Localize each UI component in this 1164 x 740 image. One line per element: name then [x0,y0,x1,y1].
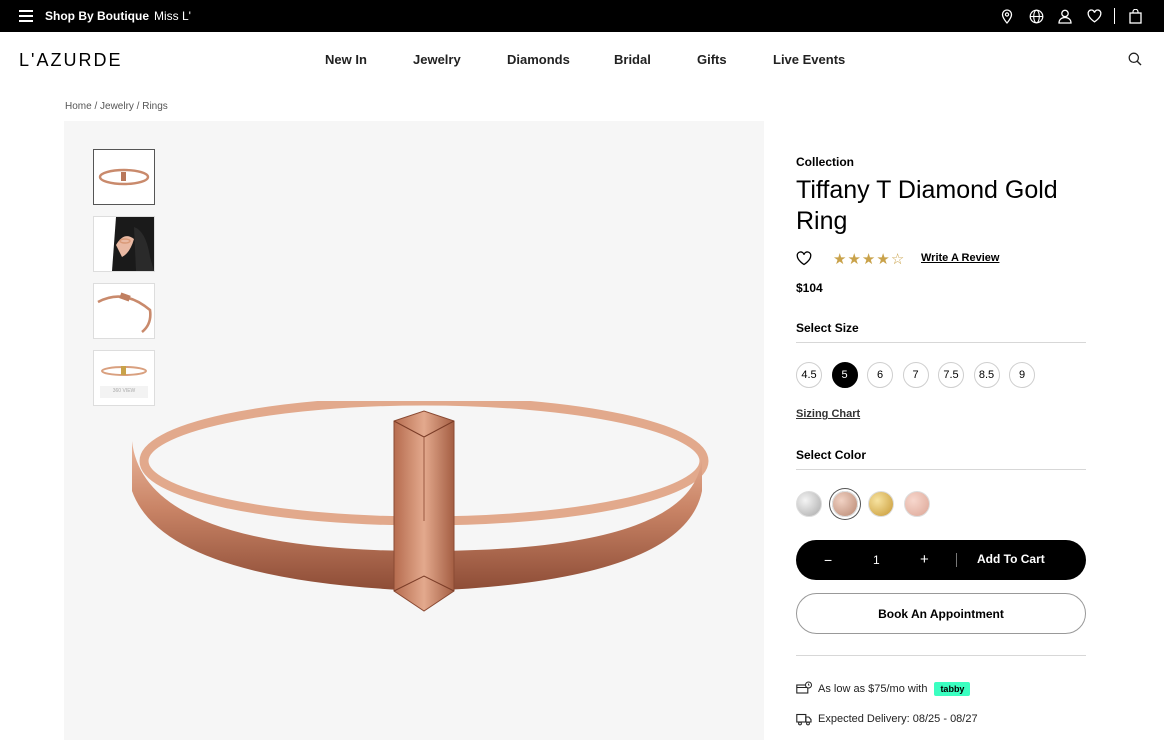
product-main-image [132,401,709,612]
truck-icon [796,711,812,727]
collection-label: Collection [796,155,855,169]
wishlist-heart-icon[interactable] [796,251,812,271]
nav-new-in[interactable]: New In [325,52,367,67]
breadcrumb[interactable]: Home / Jewelry / Rings [65,101,168,112]
bag-icon[interactable] [1126,7,1144,25]
size-option[interactable]: 9 [1009,362,1035,388]
installment-text: As low as $75/mo with [818,683,928,695]
rating-stars: ★★★★☆ [833,250,905,268]
nav-diamonds[interactable]: Diamonds [507,52,570,67]
star-icon: ★ [876,251,891,268]
shop-by-boutique-link[interactable]: Shop By Boutique [45,9,149,23]
installment-info: As low as $75/mo with tabby [796,681,971,697]
thumbnail-360-view[interactable]: 360 VIEW [93,350,155,406]
product-gallery: 360 VIEW [64,121,764,740]
sizing-chart-link[interactable]: Sizing Chart [796,408,860,420]
add-to-cart-bar: − 1 + Add To Cart [796,540,1086,580]
menu-icon[interactable] [19,10,33,22]
tabby-badge[interactable]: tabby [934,682,971,696]
thumbnail-2[interactable] [93,216,155,272]
size-option[interactable]: 4.5 [796,362,822,388]
write-review-link[interactable]: Write A Review [921,252,999,264]
thumbnail-3[interactable] [93,283,155,339]
nav-jewelry[interactable]: Jewelry [413,52,461,67]
heart-icon[interactable] [1085,7,1103,25]
size-option[interactable]: 7 [902,362,929,388]
top-bar: Shop By Boutique Miss L' [0,0,1164,32]
star-icon: ★ [847,251,862,268]
divider [956,553,957,567]
delivery-info: Expected Delivery: 08/25 - 08/27 [796,711,978,727]
select-size-label: Select Size [796,321,859,335]
globe-icon[interactable] [1027,7,1045,25]
book-appointment-button[interactable]: Book An Appointment [796,593,1086,634]
size-options: 4.5 5 6 7 7.5 8.5 9 [796,362,1045,388]
star-icon: ★ [861,251,877,268]
miss-l-link[interactable]: Miss L' [154,9,191,23]
size-option[interactable]: 8.5 [973,362,1000,388]
delivery-text: Expected Delivery: 08/25 - 08/27 [818,713,978,725]
thumbnail-360-label: 360 VIEW [112,388,136,394]
star-outline-icon: ☆ [890,251,906,268]
quantity-increase-button[interactable]: + [920,551,929,568]
select-color-label: Select Color [796,448,867,462]
divider [796,655,1086,656]
size-option[interactable]: 7.5 [938,362,964,388]
quantity-value: 1 [873,553,880,567]
user-icon[interactable] [1056,7,1074,25]
nav-bridal[interactable]: Bridal [614,52,651,67]
size-option[interactable]: 6 [867,362,893,388]
color-swatch-pink[interactable] [904,491,930,517]
color-swatch-gold[interactable] [868,491,894,517]
price: $104 [796,281,823,295]
search-icon[interactable] [1128,52,1144,68]
divider [1114,8,1115,24]
logo[interactable]: L'AZURDE [19,50,122,71]
nav-live-events[interactable]: Live Events [773,52,845,67]
divider [796,469,1086,470]
quantity-decrease-button[interactable]: − [824,552,832,568]
color-swatch-silver[interactable] [796,491,822,517]
product-title: Tiffany T Diamond Gold Ring [796,176,1058,235]
card-clock-icon [796,681,812,697]
size-option-selected[interactable]: 5 [831,362,858,388]
add-to-cart-button[interactable]: Add To Cart [977,552,1045,566]
star-icon: ★ [833,251,848,268]
nav-gifts[interactable]: Gifts [697,52,727,67]
divider [796,342,1086,343]
color-swatch-rose-selected[interactable] [832,491,858,517]
color-options [796,491,940,517]
thumbnail-1[interactable] [93,149,155,205]
location-icon[interactable] [998,7,1016,25]
